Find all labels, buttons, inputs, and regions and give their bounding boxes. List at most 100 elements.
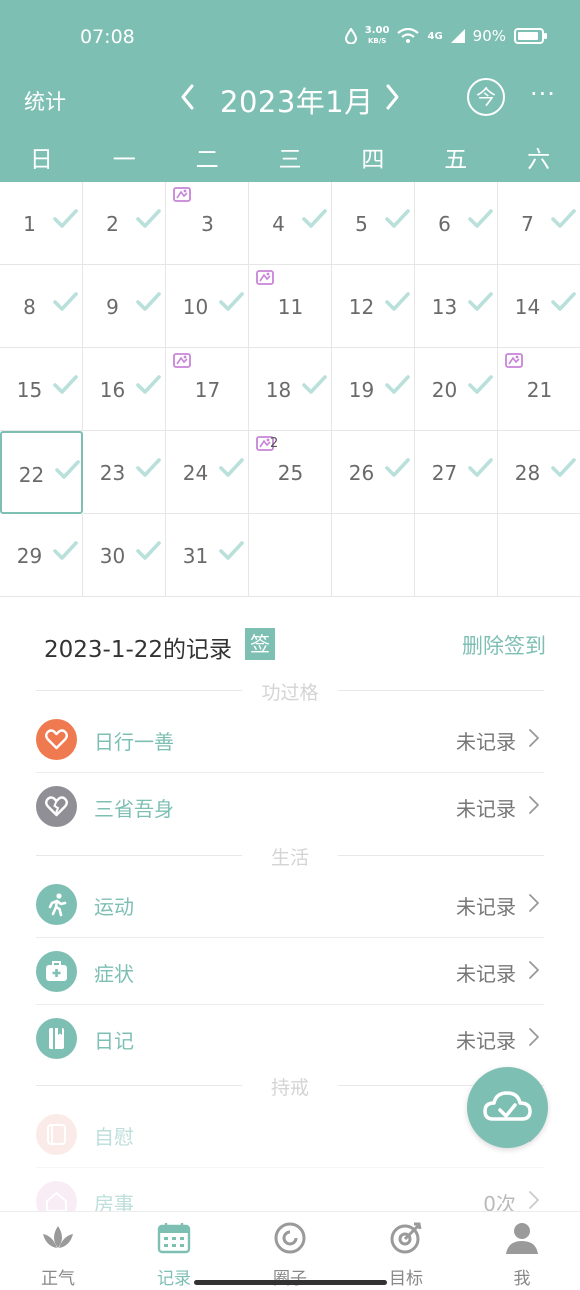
- calendar-day: [498, 514, 580, 597]
- wifi-icon: [397, 28, 420, 43]
- record-value: 未记录: [456, 730, 516, 754]
- cloud-sync-button[interactable]: [467, 1067, 548, 1148]
- calendar-day: [415, 514, 498, 597]
- record-marker-icon: [505, 352, 523, 368]
- status-time: 07:08: [80, 26, 135, 48]
- running-icon: [36, 884, 77, 925]
- chevron-right-icon: [528, 960, 540, 980]
- chevron-right-icon: [528, 893, 540, 913]
- chevron-right-icon: [528, 1027, 540, 1047]
- record-row[interactable]: 症状 未记录: [36, 938, 544, 1005]
- more-button[interactable]: ···: [530, 80, 556, 108]
- tab-label: 记录: [157, 1269, 191, 1289]
- water-drop-icon: [344, 28, 357, 44]
- calendar-day[interactable]: 7: [498, 182, 580, 265]
- calendar-day[interactable]: 2: [83, 182, 166, 265]
- weekday-label: 二: [195, 147, 219, 173]
- checkmark-icon: [550, 208, 576, 230]
- calendar-day[interactable]: 10: [166, 265, 249, 348]
- tab-label: 正气: [41, 1269, 75, 1289]
- weekday-label: 日: [29, 147, 53, 173]
- signed-badge: 签: [245, 628, 275, 660]
- record-label: 三省吾身: [94, 797, 174, 821]
- month-title: 2023年1月: [220, 85, 374, 119]
- tab-label: 我: [513, 1269, 531, 1289]
- notebook-icon: [36, 1018, 77, 1059]
- calendar-day[interactable]: 21: [498, 348, 580, 431]
- tab-target[interactable]: 目标: [348, 1212, 464, 1290]
- battery-icon: [514, 28, 547, 44]
- battery-fill: [518, 32, 538, 40]
- checkmark-icon: [218, 540, 244, 562]
- checkmark-icon: [550, 291, 576, 313]
- day-number: 21: [526, 378, 553, 402]
- checkmark-icon: [467, 374, 493, 396]
- record-header: 2023-1-22的记录 签 删除签到: [0, 628, 580, 664]
- chevron-right-icon: [528, 728, 540, 748]
- record-value: 未记录: [456, 1029, 516, 1053]
- tab-label: 目标: [389, 1269, 423, 1289]
- weekday-row: 日一二三四五六: [0, 140, 580, 178]
- record-label: 症状: [94, 962, 134, 986]
- broken-heart-icon: [36, 786, 77, 827]
- section-title: 生活: [270, 847, 309, 869]
- record-value: 未记录: [456, 797, 516, 821]
- battery-percent: 90%: [472, 27, 506, 45]
- chevron-right-icon[interactable]: [380, 82, 404, 112]
- calendar-day[interactable]: 20: [415, 348, 498, 431]
- section-header: 功过格: [36, 678, 544, 704]
- marker-count: 2: [270, 436, 279, 451]
- tab-lotus[interactable]: 正气: [0, 1212, 116, 1290]
- weekday-label: 五: [444, 147, 468, 173]
- home-indicator: [194, 1280, 387, 1285]
- section-title: 功过格: [261, 682, 319, 704]
- record-value: 未记录: [456, 895, 516, 919]
- record-row[interactable]: 日记 未记录: [36, 1005, 544, 1072]
- heart-icon: [36, 719, 77, 760]
- weekday-label: 一: [112, 147, 136, 173]
- record-title: 2023-1-22的记录: [44, 637, 233, 663]
- tab-circle[interactable]: 圈子: [232, 1212, 348, 1290]
- record-label: 自慰: [94, 1125, 134, 1149]
- record-marker-icon: [173, 186, 191, 202]
- cloud-check-icon: [483, 1091, 532, 1121]
- checkmark-icon: [135, 208, 161, 230]
- network-speed: 3.00 KB/S: [364, 25, 390, 46]
- calendar-day[interactable]: 16: [83, 348, 166, 431]
- status-bar: 07:08 3.00 KB/S 4G 90%: [0, 26, 580, 52]
- delete-signin-button[interactable]: 删除签到: [462, 630, 546, 660]
- network-type: 4G: [427, 30, 443, 42]
- tissue-icon: [36, 1114, 77, 1155]
- calendar-day[interactable]: 14: [498, 265, 580, 348]
- tab-calendar[interactable]: 记录: [116, 1212, 232, 1290]
- checkmark-icon: [218, 457, 244, 479]
- calendar-day[interactable]: 28: [498, 431, 580, 514]
- calendar-day[interactable]: 31: [166, 514, 249, 597]
- record-row[interactable]: 三省吾身 未记录: [36, 773, 544, 840]
- record-value: 未记录: [456, 962, 516, 986]
- chevron-right-icon: [528, 795, 540, 815]
- record-label: 日记: [94, 1029, 134, 1053]
- calendar-day: [332, 514, 415, 597]
- chevron-right-icon: [528, 1190, 540, 1210]
- weekday-label: 六: [527, 147, 551, 173]
- weekday-label: 四: [361, 147, 385, 173]
- stats-button[interactable]: 统计: [24, 86, 66, 116]
- checkmark-icon: [218, 291, 244, 313]
- chevron-left-icon[interactable]: [176, 82, 200, 112]
- tab-bar: 正气 记录 圈子 目标 我: [0, 1211, 580, 1289]
- checkmark-icon: [550, 457, 576, 479]
- tab-label: 圈子: [273, 1269, 307, 1289]
- weekday-label: 三: [278, 147, 302, 173]
- record-marker-icon: [173, 352, 191, 368]
- medkit-icon: [36, 951, 77, 992]
- record-row[interactable]: 日行一善 未记录: [36, 706, 544, 773]
- calendar-day[interactable]: 24: [166, 431, 249, 514]
- record-marker-icon: [256, 269, 274, 285]
- tab-user[interactable]: 我: [464, 1212, 580, 1290]
- month-nav: 统计 2023年1月 今 ···: [0, 76, 580, 120]
- today-button[interactable]: 今: [467, 78, 505, 116]
- record-row[interactable]: 运动 未记录: [36, 871, 544, 938]
- section-header: 生活: [36, 843, 544, 869]
- record-label: 日行一善: [94, 730, 174, 754]
